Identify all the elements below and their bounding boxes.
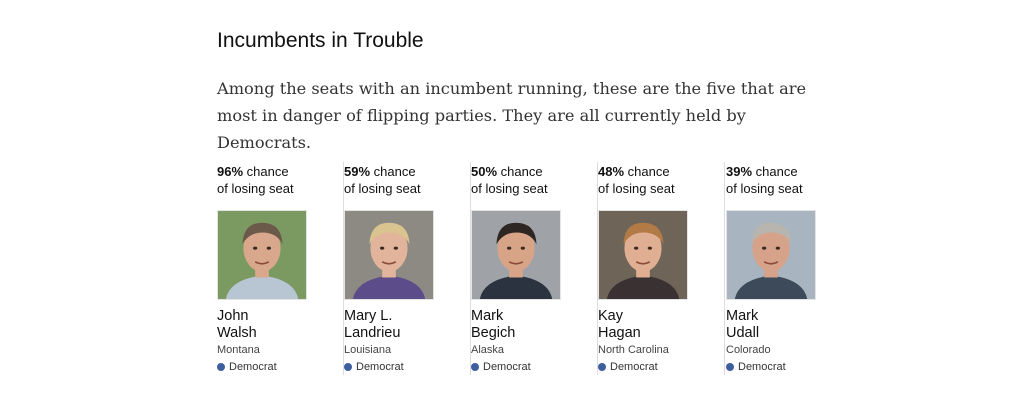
- state-name: Louisiana: [344, 344, 392, 356]
- state-name: Montana: [217, 344, 260, 356]
- last-name: Begich: [471, 325, 516, 341]
- chance-text: 48% chance of losing seat: [598, 163, 675, 197]
- party-label: Democrat: [344, 361, 404, 373]
- candidate-photo: [217, 210, 307, 300]
- last-name: Hagan: [598, 325, 641, 341]
- portrait-eye-right: [266, 246, 271, 250]
- chance-label: chance: [370, 164, 416, 179]
- chance-percent: 48%: [598, 164, 625, 179]
- chance-text: 96% chance of losing seat: [217, 163, 294, 197]
- state-name: Alaska: [471, 344, 505, 356]
- party-name: Democrat: [610, 361, 658, 373]
- chance-percent: 39%: [726, 164, 753, 179]
- chance-text: 39% chance of losing seat: [726, 163, 803, 197]
- portrait-eye-left: [634, 246, 639, 250]
- portrait-image: [472, 211, 560, 299]
- portrait-image: [599, 211, 687, 299]
- description: Among the seats with an incumbent runnin…: [217, 79, 807, 152]
- party-name: Democrat: [738, 361, 786, 373]
- portrait-image: [218, 211, 306, 299]
- state-name: Colorado: [726, 344, 771, 356]
- last-name: Walsh: [217, 325, 257, 341]
- chance-percent: 96%: [217, 164, 244, 179]
- chance-percent: 59%: [344, 164, 371, 179]
- party-dot-icon: [344, 363, 352, 371]
- chance-label: chance: [243, 164, 289, 179]
- party-label: Democrat: [217, 361, 277, 373]
- chance-label-2: of losing seat: [217, 181, 294, 196]
- candidate-cards: 96% chance of losing seat John Walsh Monta…: [217, 162, 837, 377]
- chance-label: chance: [497, 164, 543, 179]
- chance-label-2: of losing seat: [726, 181, 803, 196]
- portrait-eye-left: [507, 246, 512, 250]
- state-name: North Carolina: [598, 344, 669, 356]
- candidate-name: Kay Hagan: [598, 308, 641, 342]
- candidate-card: 96% chance of losing seat John Walsh Monta…: [217, 162, 344, 377]
- portrait-eye-left: [762, 246, 767, 250]
- candidate-card: 39% chance of losing seat Mark Udall Color…: [726, 162, 853, 377]
- candidate-name: Mary L. Landrieu: [344, 308, 400, 342]
- portrait-eye-right: [775, 246, 780, 250]
- party-dot-icon: [726, 363, 734, 371]
- party-name: Democrat: [483, 361, 531, 373]
- party-name: Democrat: [356, 361, 404, 373]
- headline: Incumbents in Trouble: [217, 29, 424, 52]
- chance-label-2: of losing seat: [344, 181, 421, 196]
- portrait-eye-right: [647, 246, 652, 250]
- card-divider: [724, 162, 725, 375]
- candidate-photo: [726, 210, 816, 300]
- first-name: Mark: [726, 308, 759, 324]
- chance-percent: 50%: [471, 164, 498, 179]
- first-name: Kay: [598, 308, 623, 324]
- chance-text: 50% chance of losing seat: [471, 163, 548, 197]
- portrait-image: [345, 211, 433, 299]
- party-dot-icon: [217, 363, 225, 371]
- portrait-eye-right: [520, 246, 525, 250]
- portrait-eye-right: [393, 246, 398, 250]
- last-name: Udall: [726, 325, 760, 341]
- candidate-name: Mark Udall: [726, 308, 759, 342]
- candidate-card: 48% chance of losing seat Kay Hagan North …: [598, 162, 725, 377]
- first-name: John: [217, 308, 249, 324]
- party-label: Democrat: [726, 361, 786, 373]
- first-name: Mark: [471, 308, 504, 324]
- candidate-photo: [344, 210, 434, 300]
- candidate-card: 59% chance of losing seat Mary L. Landrieu…: [344, 162, 471, 377]
- portrait-eye-left: [380, 246, 385, 250]
- chance-label: chance: [624, 164, 670, 179]
- party-label: Democrat: [471, 361, 531, 373]
- candidate-name: John Walsh: [217, 308, 257, 342]
- candidate-photo: [598, 210, 688, 300]
- portrait-image: [727, 211, 815, 299]
- portrait-eye-left: [253, 246, 258, 250]
- candidate-name: Mark Begich: [471, 308, 515, 342]
- party-dot-icon: [598, 363, 606, 371]
- last-name: Landrieu: [344, 325, 401, 341]
- chance-text: 59% chance of losing seat: [344, 163, 421, 197]
- party-name: Democrat: [229, 361, 277, 373]
- first-name: Mary L.: [344, 308, 393, 324]
- chance-label: chance: [752, 164, 798, 179]
- chance-label-2: of losing seat: [471, 181, 548, 196]
- candidate-card: 50% chance of losing seat Mark Begich Alas…: [471, 162, 598, 377]
- party-dot-icon: [471, 363, 479, 371]
- party-label: Democrat: [598, 361, 658, 373]
- candidate-photo: [471, 210, 561, 300]
- chance-label-2: of losing seat: [598, 181, 675, 196]
